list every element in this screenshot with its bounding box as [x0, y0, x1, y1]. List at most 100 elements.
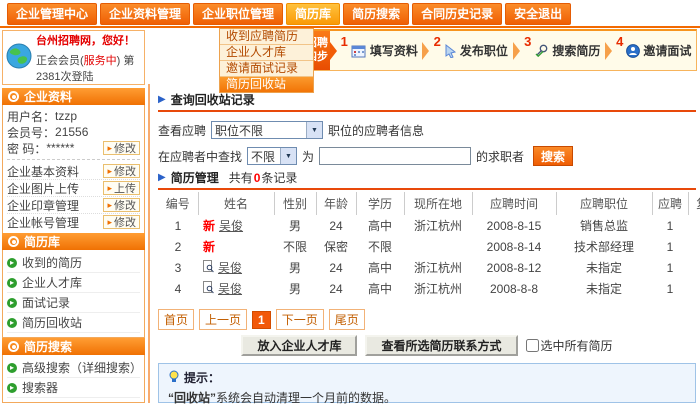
sidebar-link-company-image-upload[interactable]: 企业图片上传 [7, 180, 79, 197]
col-no: 编号 [158, 192, 198, 215]
nav-tab-resume-library[interactable]: 简历库 [286, 3, 340, 25]
green-arrow-icon: ▸ [7, 278, 17, 288]
nav-tab-company-info[interactable]: 企业资料管理 [100, 3, 190, 25]
col-education: 学历 [356, 192, 404, 215]
col-position: 应聘职位 [556, 192, 652, 215]
arrow-icon: ▸ [107, 184, 112, 193]
chevron-icon [605, 42, 612, 60]
company-info-panel-header: 企业资料 [2, 88, 145, 105]
arrow-icon: ▸ [107, 167, 112, 176]
magnifier-check-icon [534, 44, 549, 58]
nav-divider [0, 26, 700, 28]
sidebar-item-search-agent[interactable]: ▸ 搜索器 [7, 378, 140, 398]
service-status: 服务中 [84, 55, 117, 67]
page-last-button[interactable]: 尾页 [329, 309, 365, 330]
sidebar-item-interview-records[interactable]: ▸ 面试记录 [7, 293, 140, 313]
col-apply-date: 应聘时间 [472, 192, 556, 215]
applicant-name-link[interactable]: 吴俊 [218, 280, 242, 297]
col-applied: 应聘 [652, 192, 688, 215]
search-button[interactable]: 搜索 [533, 146, 573, 166]
resume-preview-icon [203, 260, 214, 276]
resume-library-dropdown: 收到应聘简历 企业人才库 邀请面试记录 简历回收站 [219, 28, 314, 93]
company-image-upload-row: 企业图片上传 ▸ 上传 [7, 179, 140, 196]
chevron-down-icon: ▼ [280, 148, 296, 164]
page-prev-button[interactable]: 上一页 [199, 309, 247, 330]
modify-seal-button[interactable]: ▸ 修改 [103, 198, 140, 212]
step-publish-position[interactable]: 2 发布职位 [429, 31, 514, 70]
nav-tab-management-center[interactable]: 企业管理中心 [7, 3, 97, 25]
green-arrow-icon: ▸ [7, 383, 17, 393]
tip-text: “回收站”系统会自动清理一个月前的数据。 [168, 389, 686, 406]
arrow-icon: ▸ [107, 218, 112, 227]
sidebar-item-resume-recycle-bin[interactable]: ▸ 简历回收站 [7, 313, 140, 333]
dropdown-item-interview-invitations[interactable]: 邀请面试记录 [220, 61, 313, 77]
pagination: 首页 上一页 1 下一页 尾页 [158, 309, 696, 330]
sidebar-link-company-seal[interactable]: 企业印章管理 [7, 197, 79, 214]
table-row: 2 新 不限 保密 不限 2008-8-14 技术部经理 1 [158, 236, 700, 257]
main-content: ▶ 查询回收站记录 查看应聘 职位不限 ▼ 职位的应聘者信息 在应聘者中查找 不… [148, 84, 698, 403]
page-next-button[interactable]: 下一页 [276, 309, 324, 330]
password-row: 密 码： ****** ▸ 修改 [7, 140, 140, 156]
position-filter-select[interactable]: 职位不限 ▼ [211, 121, 323, 139]
page-current[interactable]: 1 [252, 311, 271, 329]
new-badge: 新 [203, 238, 215, 255]
bullet-circle-icon [8, 91, 19, 102]
manage-section-title: ▶ 简历管理 共有0条记录 [158, 170, 696, 185]
modify-password-button[interactable]: ▸ 修改 [103, 141, 140, 155]
applicant-name-link[interactable]: 吴俊 [219, 217, 243, 234]
select-all-label: 选中所有简历 [526, 337, 613, 354]
panel-title: 简历库 [24, 233, 60, 250]
globe-icon [6, 43, 32, 72]
recruit-steps-banner: 招聘 四步 1 填写资料 2 发布职位 3 搜索简历 4 邀请面试 [303, 29, 697, 71]
bullet-circle-icon [8, 341, 19, 352]
section-heading: 查询回收站记录 [171, 91, 255, 108]
table-row: 1 新吴俊 男 24 高中 浙江杭州 2008-8-15 销售总监 1 [158, 215, 700, 236]
modify-basic-info-button[interactable]: ▸ 修改 [103, 164, 140, 178]
section-rule [158, 110, 696, 112]
arrow-icon: ▸ [107, 201, 112, 210]
person-circle-icon [626, 44, 640, 58]
green-arrow-icon: ▸ [7, 363, 17, 373]
upload-image-button[interactable]: ▸ 上传 [103, 181, 140, 195]
step-search-resumes[interactable]: 3 搜索简历 [520, 31, 605, 70]
sidebar-item-talent-pool[interactable]: ▸ 企业人才库 [7, 273, 140, 293]
bullet-circle-icon [8, 236, 19, 247]
site-greeting: 台州招聘网，您好！ [36, 32, 141, 48]
page-first-button[interactable]: 首页 [158, 309, 194, 330]
keyword-search-row: 在应聘者中查找 不限 ▼ 为 的求职者 搜索 [158, 146, 696, 166]
dropdown-item-received-resumes[interactable]: 收到应聘简历 [220, 29, 313, 45]
nav-tab-contract-history[interactable]: 合同历史记录 [412, 3, 502, 25]
add-to-talent-pool-button[interactable]: 放入企业人才库 [241, 335, 357, 356]
applicant-name-link[interactable]: 吴俊 [218, 259, 242, 276]
sidebar-link-company-basic-info[interactable]: 企业基本资料 [7, 163, 79, 180]
dropdown-item-recycle-bin[interactable]: 简历回收站 [220, 77, 313, 92]
new-badge: 新 [203, 217, 215, 234]
username-row: 用户名： tzzp [7, 108, 140, 124]
password-value: ****** [46, 141, 74, 155]
table-row: 4 吴俊 男 24 高中 浙江杭州 2008-8-8 未指定 1 [158, 278, 700, 299]
step-invite-interview[interactable]: 4 邀请面试 [612, 31, 697, 70]
sidebar-item-advanced-search[interactable]: ▸ 高级搜索（详细搜索） [7, 358, 140, 378]
field-filter-select[interactable]: 不限 ▼ [247, 147, 297, 165]
resume-library-panel-header: 简历库 [2, 233, 145, 250]
form-calendar-icon [351, 44, 367, 58]
view-contact-info-button[interactable]: 查看所选简历联系方式 [365, 335, 517, 356]
section-rule [158, 188, 696, 190]
panel-title: 简历搜索 [24, 338, 72, 355]
col-gender: 性别 [274, 192, 316, 215]
step-fill-profile[interactable]: 1 填写资料 [337, 31, 422, 70]
member-status: 正会会员(服务中) 第2381次登陆 [36, 52, 141, 84]
nav-tab-resume-search[interactable]: 简历搜索 [343, 3, 409, 25]
tip-title: 提示： [168, 369, 686, 386]
dropdown-item-talent-pool[interactable]: 企业人才库 [220, 45, 313, 61]
modify-account-button[interactable]: ▸ 修改 [103, 215, 140, 229]
tip-box: 提示： “回收站”系统会自动清理一个月前的数据。 [158, 363, 696, 403]
select-all-checkbox[interactable] [526, 339, 539, 352]
sidebar-item-received-resumes[interactable]: ▸ 收到的简历 [7, 253, 140, 273]
section-arrow-icon: ▶ [158, 95, 166, 105]
keyword-input[interactable] [319, 147, 471, 165]
chevron-icon [330, 42, 337, 60]
sidebar-link-company-account[interactable]: 企业帐号管理 [7, 214, 79, 231]
nav-tab-company-positions[interactable]: 企业职位管理 [193, 3, 283, 25]
nav-tab-logout[interactable]: 安全退出 [505, 3, 571, 25]
